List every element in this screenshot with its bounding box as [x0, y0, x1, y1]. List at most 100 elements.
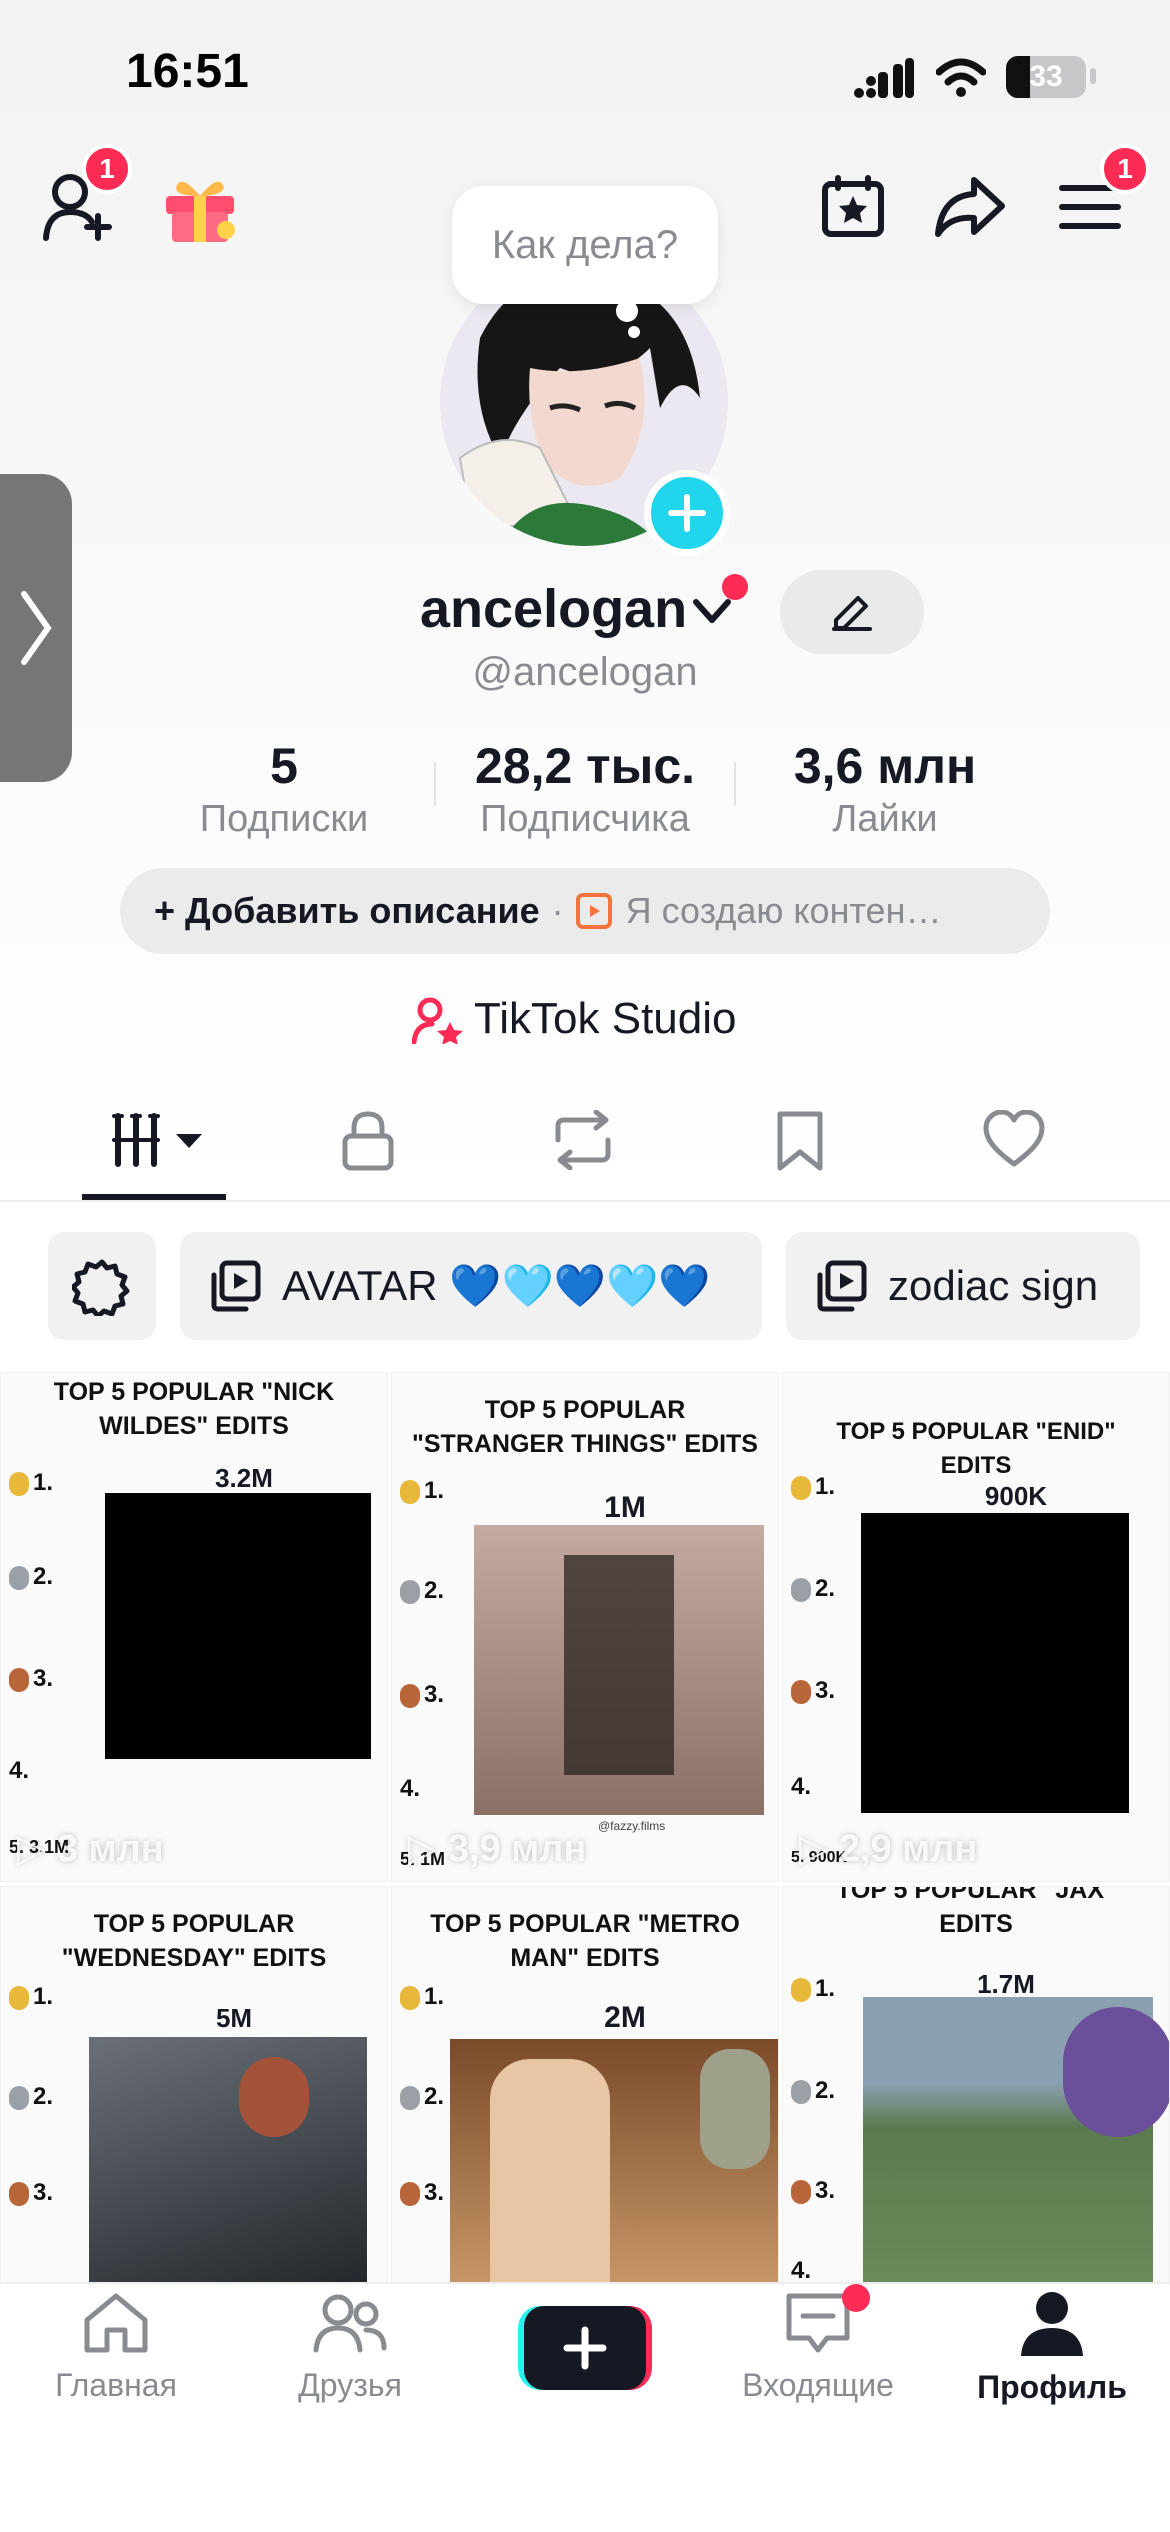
- playlist-name: AVATAR 💙🩵💙🩵💙: [282, 1261, 711, 1309]
- rank-3: 3.: [9, 2179, 53, 2207]
- bio-pill[interactable]: + Добавить описание · Я создаю контен…: [120, 868, 1050, 954]
- nav-friends[interactable]: Друзья: [250, 2290, 450, 2404]
- nav-profile[interactable]: Профиль: [952, 2290, 1152, 2406]
- top-view-count: 3.2M: [215, 1463, 273, 1493]
- video-tile[interactable]: TOP 5 POPULAR "ENID" EDITS 900K 1. 2. 3.…: [782, 1372, 1170, 1882]
- video-views: ▷ 2,9 млн: [799, 1828, 978, 1870]
- stat-likes[interactable]: 3,6 млн Лайки: [750, 736, 1020, 842]
- video-thumbnail: [89, 2037, 367, 2285]
- followers-count: 28,2 тыс.: [474, 738, 696, 794]
- rank-3: 3.: [791, 1677, 835, 1705]
- nav-profile-label: Профиль: [977, 2369, 1127, 2405]
- likes-count: 3,6 млн: [793, 738, 977, 794]
- top-view-count: 2M: [604, 2001, 646, 2034]
- rank-2: 2.: [791, 1575, 835, 1603]
- rank-1: 1.: [9, 1469, 53, 1497]
- lock-icon[interactable]: [340, 1110, 396, 1172]
- video-title: TOP 5 POPULAR "ENID" EDITS: [836, 1418, 1116, 1479]
- wifi-icon: [936, 58, 986, 97]
- separator-dot: ·: [551, 890, 564, 931]
- video-title: TOP 5 POPULAR "WEDNESDAY" EDITS: [61, 1910, 327, 1972]
- rank-2: 2.: [9, 2083, 53, 2111]
- top-view-count: 1M: [604, 1491, 646, 1524]
- studio-icon: [412, 997, 463, 1044]
- rank-2: 2.: [400, 2083, 444, 2111]
- chevron-down-icon[interactable]: [692, 598, 732, 626]
- stat-following[interactable]: 5 Подписки: [160, 736, 408, 842]
- side-drawer-handle[interactable]: [0, 474, 72, 782]
- stat-divider: [734, 762, 736, 806]
- video-thumbnail: [474, 1525, 764, 1815]
- calendar-star-icon[interactable]: [820, 174, 886, 240]
- video-tile[interactable]: TOP 5 POPULAR "WEDNESDAY" EDITS 5M 1. 2.…: [0, 1886, 388, 2286]
- status-time: 16:51: [126, 45, 249, 98]
- create-button[interactable]: [518, 2306, 652, 2390]
- rank-2: 2.: [791, 2077, 835, 2105]
- video-tile[interactable]: TOP 5 POPULAR "NICK WILDES" EDITS 3.2M 1…: [0, 1372, 388, 1882]
- video-thumbnail: [863, 1997, 1169, 2285]
- nav-friends-label: Друзья: [298, 2367, 402, 2403]
- top-view-count: 900K: [984, 1481, 1048, 1511]
- rank-2: 2.: [9, 1563, 53, 1591]
- rank-1: 1.: [400, 1477, 444, 1505]
- rank-3: 3.: [9, 1665, 53, 1693]
- edit-profile-button[interactable]: [780, 570, 924, 654]
- rank-3: 3.: [791, 2177, 835, 2205]
- stat-followers[interactable]: 28,2 тыс. Подписчика: [440, 736, 730, 842]
- gift-icon[interactable]: [160, 172, 240, 244]
- add-bio-button[interactable]: + Добавить описание: [154, 890, 540, 932]
- playlist-settings-button[interactable]: [48, 1232, 156, 1340]
- inbox-notification-dot: [842, 2284, 870, 2312]
- battery-tip: [1090, 68, 1096, 84]
- nav-home[interactable]: Главная: [16, 2290, 216, 2404]
- tabs-divider: [0, 1200, 1170, 1202]
- rank-4: 4.: [9, 1757, 30, 1784]
- add-avatar-button[interactable]: [644, 470, 730, 556]
- video-credit: @fazzy.films: [598, 1819, 666, 1833]
- friends-icon: [313, 2294, 387, 2353]
- video-thumbnail: [105, 1493, 371, 1759]
- heart-icon[interactable]: [982, 1110, 1046, 1168]
- menu-badge: 1: [1100, 144, 1150, 194]
- video-tile[interactable]: TOP 5 POPULAR "METRO MAN" EDITS 2M 1. 2.…: [391, 1886, 779, 2286]
- rank-3: 3.: [400, 1681, 444, 1709]
- tiktok-studio-link[interactable]: TikTok Studio: [474, 994, 736, 1044]
- top-view-count: 1.7M: [977, 1969, 1035, 1999]
- playlist-chip-zodiac[interactable]: zodiac sign: [786, 1232, 1140, 1340]
- create-icon: [563, 2326, 607, 2370]
- status-bubble[interactable]: Как дела?: [452, 186, 718, 304]
- videos-grid-icon[interactable]: [110, 1110, 206, 1170]
- display-name[interactable]: ancelogan: [420, 578, 687, 640]
- video-title: TOP 5 POPULAR "STRANGER THINGS" EDITS: [412, 1396, 758, 1458]
- video-title: TOP 5 POPULAR "NICK WILDES" EDITS: [53, 1378, 335, 1440]
- profile-icon: [1021, 2292, 1083, 2356]
- home-icon: [84, 2293, 148, 2353]
- playlist-chip-avatar[interactable]: AVATAR 💙🩵💙🩵💙: [180, 1232, 762, 1340]
- rank-1: 1.: [791, 1975, 835, 2003]
- rank-4: 4.: [791, 2257, 812, 2284]
- status-bubble-text: Как дела?: [491, 222, 679, 267]
- top-view-count: 5M: [215, 2003, 253, 2033]
- share-icon[interactable]: [934, 174, 1006, 240]
- username: @ancelogan: [472, 650, 698, 694]
- video-tile[interactable]: TOP 5 POPULAR "JAX" EDITS 1.7M 1. 2. 3. …: [782, 1886, 1170, 2286]
- nav-inbox[interactable]: Входящие: [718, 2290, 918, 2404]
- likes-label: Лайки: [832, 798, 938, 840]
- nav-home-label: Главная: [55, 2367, 177, 2403]
- video-title: TOP 5 POPULAR "METRO MAN" EDITS: [430, 1910, 740, 1972]
- rank-4: 4.: [400, 1775, 421, 1802]
- add-friends-badge: 1: [82, 144, 132, 194]
- rank-1: 1.: [791, 1473, 835, 1501]
- video-views: ▷ 3 млн: [17, 1828, 164, 1870]
- rank-1: 1.: [9, 1983, 53, 2011]
- notification-dot: [722, 574, 748, 600]
- followers-label: Подписчика: [480, 798, 690, 840]
- bookmark-icon[interactable]: [774, 1110, 826, 1172]
- pencil-icon: [832, 596, 872, 631]
- rank-4: 4.: [791, 1773, 812, 1800]
- video-tile[interactable]: TOP 5 POPULAR "STRANGER THINGS" EDITS 1M…: [391, 1372, 779, 1882]
- video-thumbnail: [861, 1513, 1129, 1813]
- repost-icon[interactable]: [550, 1110, 616, 1170]
- video-thumbnail: [450, 2039, 778, 2285]
- gear-icon: [72, 1259, 130, 1316]
